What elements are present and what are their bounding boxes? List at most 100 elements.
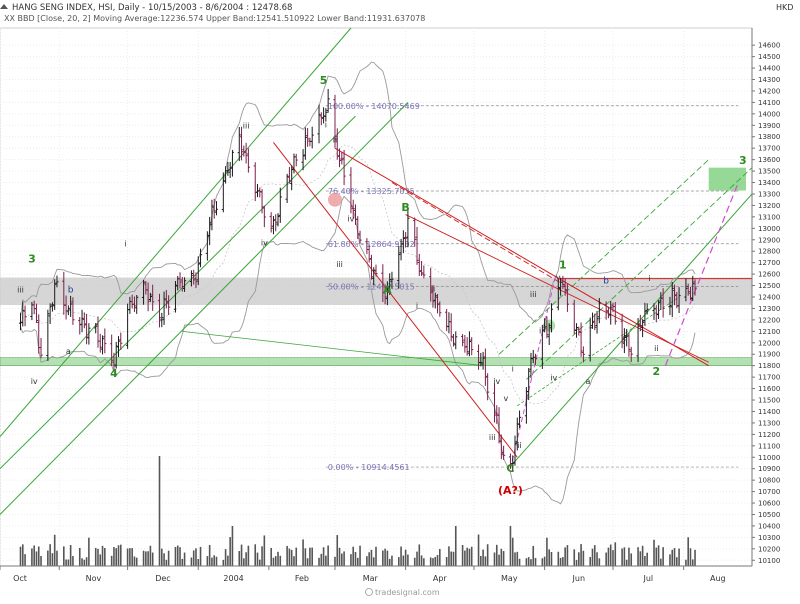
x-tick-label: Jul <box>642 574 653 583</box>
wave-label: v <box>556 273 561 282</box>
wave-label: a <box>66 347 71 356</box>
y-tick-label: 13800 <box>758 133 780 141</box>
y-tick-label: 14500 <box>758 53 780 61</box>
y-tick-label: 11000 <box>758 454 780 462</box>
y-tick-label: 12800 <box>758 248 780 256</box>
wave-label: i <box>539 327 541 336</box>
wave-label: i <box>124 240 126 249</box>
wave-label: c <box>622 333 626 342</box>
y-tick-label: 11800 <box>758 362 780 370</box>
wave-label: 3 <box>28 253 36 266</box>
y-tick-label: 14200 <box>758 87 780 95</box>
wave-label: iii <box>17 285 24 294</box>
wave-label: B <box>401 201 409 214</box>
wave-label: (A?) <box>498 484 523 497</box>
wave-label: iv <box>550 374 557 383</box>
y-tick-label: 14100 <box>758 99 780 107</box>
wave-label: C <box>506 462 514 475</box>
x-tick-label: Dec <box>155 574 170 583</box>
x-tick-label: Aug <box>710 574 726 583</box>
y-tick-label: 13600 <box>758 156 780 164</box>
wave-label: 1 <box>559 258 567 271</box>
wave-label: iv <box>493 377 500 386</box>
wave-label: i <box>648 274 650 283</box>
wave-label: b <box>68 285 74 295</box>
fib-label: 0.00% - 10914.4561 <box>328 463 410 472</box>
x-tick-label: Mar <box>363 574 379 583</box>
x-tick-label: Oct <box>13 574 27 583</box>
chart-root: 100.00% - 14070.5469 76.40% - 13325.7035 6… <box>0 0 800 600</box>
y-tick-label: 14300 <box>758 76 780 84</box>
price-chart: 100.00% - 14070.546976.40% - 13325.70356… <box>0 0 800 600</box>
wave-label: 5 <box>320 74 328 87</box>
wave-label: a <box>585 377 590 386</box>
wave-label: v <box>504 394 509 403</box>
wave-label: b <box>603 276 609 286</box>
wave-label: i <box>512 364 514 373</box>
y-tick-label: 13400 <box>758 179 780 187</box>
y-tick-label: 13200 <box>758 202 780 210</box>
fib-hit-marker <box>327 192 342 207</box>
y-tick-label: 13700 <box>758 145 780 153</box>
y-tick-label: 10100 <box>758 557 780 565</box>
y-tick-label: 13900 <box>758 122 780 130</box>
wave-label: A <box>383 284 392 297</box>
watermark-text: tradesignal.com <box>375 588 440 597</box>
y-tick-label: 10700 <box>758 488 780 496</box>
y-tick-label: 11300 <box>758 419 780 427</box>
chart-title: HANG SENG INDEX, HSI, Daily - 10/15/2003… <box>12 3 292 13</box>
y-tick-label: 12600 <box>758 271 780 279</box>
y-tick-label: 14600 <box>758 42 780 50</box>
y-tick-label: 10500 <box>758 511 780 519</box>
y-tick-label: 13100 <box>758 213 780 221</box>
y-tick-label: 10200 <box>758 545 780 553</box>
y-tick-label: 10600 <box>758 500 780 508</box>
y-tick-label: 11500 <box>758 397 780 405</box>
y-tick-label: 12200 <box>758 316 780 324</box>
y-tick-label: 13500 <box>758 168 780 176</box>
y-tick-label: 11100 <box>758 442 780 450</box>
y-tick-label: 13000 <box>758 225 780 233</box>
wave-label: iv <box>31 377 38 386</box>
fib-label: 100.00% - 14070.5469 <box>328 102 420 111</box>
currency-label: HKD <box>776 3 793 12</box>
y-tick-label: 12700 <box>758 259 780 267</box>
wave-label: i <box>416 301 418 310</box>
y-tick-label: 10400 <box>758 522 780 530</box>
y-tick-label: 12500 <box>758 282 780 290</box>
y-tick-label: 12300 <box>758 305 780 313</box>
y-tick-label: 11600 <box>758 385 780 393</box>
y-tick-label: 13300 <box>758 190 780 198</box>
y-tick-label: 11900 <box>758 351 780 359</box>
wave-label: i <box>325 121 327 130</box>
y-tick-label: 10300 <box>758 534 780 542</box>
x-tick-label: May <box>501 574 518 583</box>
x-tick-label: 2004 <box>223 574 243 583</box>
x-tick-label: Feb <box>295 574 309 583</box>
y-tick-label: 10800 <box>758 477 780 485</box>
wave-label: 4 <box>110 367 118 380</box>
wave-label: ii <box>517 441 521 450</box>
y-tick-label: 12400 <box>758 294 780 302</box>
wave-label: iv <box>347 214 354 223</box>
wave-label: iv <box>261 238 268 247</box>
y-tick-label: 11200 <box>758 431 780 439</box>
indicator-legend: XX BBD [Close, 20, 2] Moving Average:122… <box>4 14 425 23</box>
wave-label: iii <box>243 122 250 131</box>
y-tick-label: 12100 <box>758 328 780 336</box>
x-tick-label: Apr <box>433 574 448 583</box>
y-tick-label: 12000 <box>758 339 780 347</box>
wave-label: ii <box>333 135 337 144</box>
y-tick-label: 10900 <box>758 465 780 473</box>
y-tick-label: 14400 <box>758 65 780 73</box>
x-tick-label: Nov <box>86 574 102 583</box>
wave-label: 2 <box>652 365 660 378</box>
x-tick-label: Jun <box>572 574 586 583</box>
wave-label: ii <box>654 344 658 353</box>
y-tick-label: 11400 <box>758 408 780 416</box>
wave-label: iii <box>336 260 343 269</box>
wave-label: iii <box>530 290 537 299</box>
watermark: tradesignal.com <box>365 588 440 597</box>
y-tick-label: 11700 <box>758 374 780 382</box>
wave-label: ii <box>431 284 435 293</box>
